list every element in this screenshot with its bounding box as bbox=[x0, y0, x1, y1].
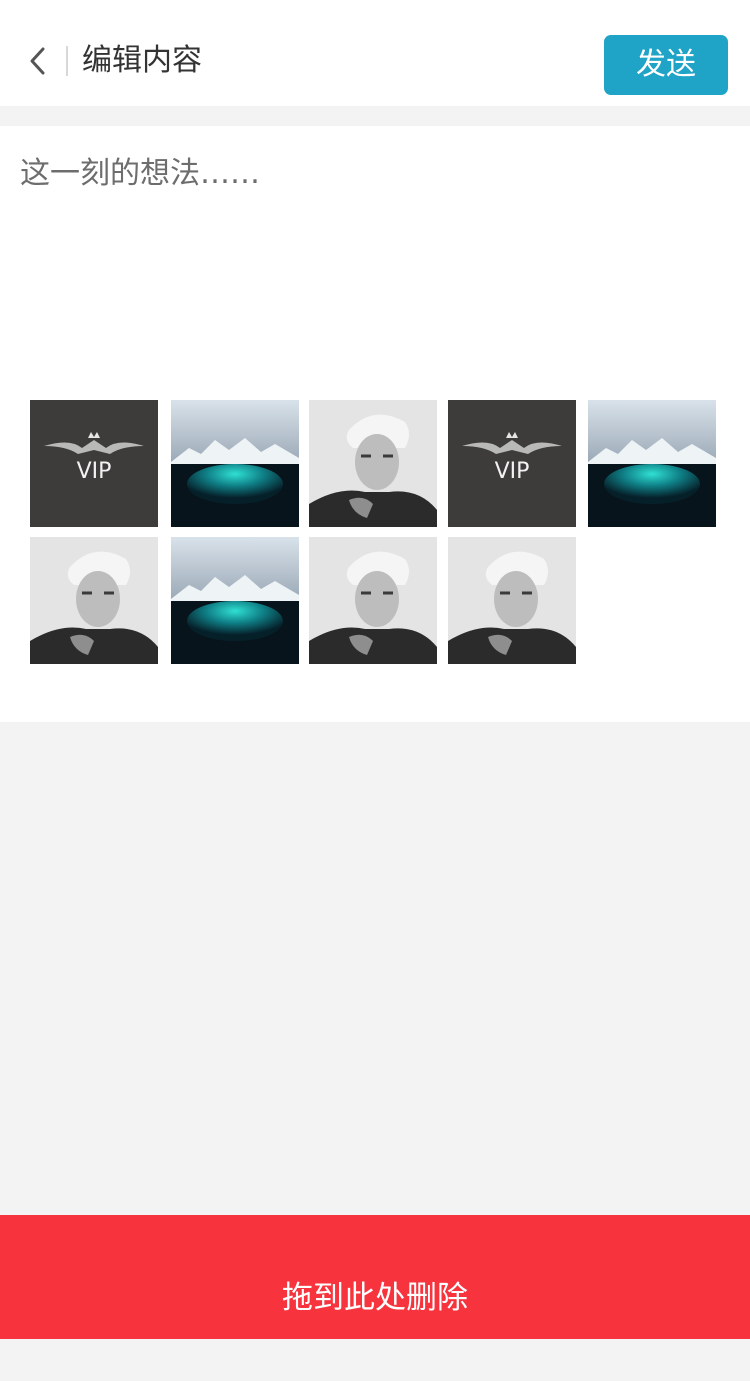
photo-thumb[interactable] bbox=[448, 537, 576, 664]
vip-logo-image: VIP bbox=[30, 400, 158, 527]
drag-delete-zone[interactable]: 拖到此处删除 bbox=[0, 1215, 750, 1339]
iceberg-image bbox=[588, 400, 716, 527]
photo-thumb[interactable] bbox=[588, 400, 716, 527]
header-gap bbox=[0, 106, 750, 126]
iceberg-image bbox=[171, 400, 299, 527]
photo-thumb[interactable] bbox=[309, 400, 437, 527]
svg-text:VIP: VIP bbox=[77, 459, 112, 484]
thought-input[interactable] bbox=[20, 148, 720, 348]
photo-thumb[interactable]: VIP bbox=[30, 400, 158, 527]
svg-text:VIP: VIP bbox=[495, 459, 530, 484]
chevron-left-icon bbox=[30, 47, 45, 75]
photo-thumb[interactable] bbox=[171, 400, 299, 527]
photo-thumb[interactable] bbox=[171, 537, 299, 664]
portrait-image bbox=[309, 537, 437, 664]
page-title: 编辑内容 bbox=[82, 43, 202, 78]
compose-panel: VIP bbox=[0, 126, 750, 722]
header-divider bbox=[66, 46, 68, 76]
back-button[interactable] bbox=[18, 38, 58, 84]
header-bar: 编辑内容 发送 bbox=[0, 0, 750, 106]
send-button[interactable]: 发送 bbox=[604, 35, 728, 95]
photo-thumb[interactable] bbox=[30, 537, 158, 664]
vip-logo-image: VIP bbox=[448, 400, 576, 527]
portrait-image bbox=[309, 400, 437, 527]
iceberg-image bbox=[171, 537, 299, 664]
photo-thumb[interactable]: VIP bbox=[448, 400, 576, 527]
portrait-image bbox=[30, 537, 158, 664]
photo-thumb[interactable] bbox=[309, 537, 437, 664]
portrait-image bbox=[448, 537, 576, 664]
